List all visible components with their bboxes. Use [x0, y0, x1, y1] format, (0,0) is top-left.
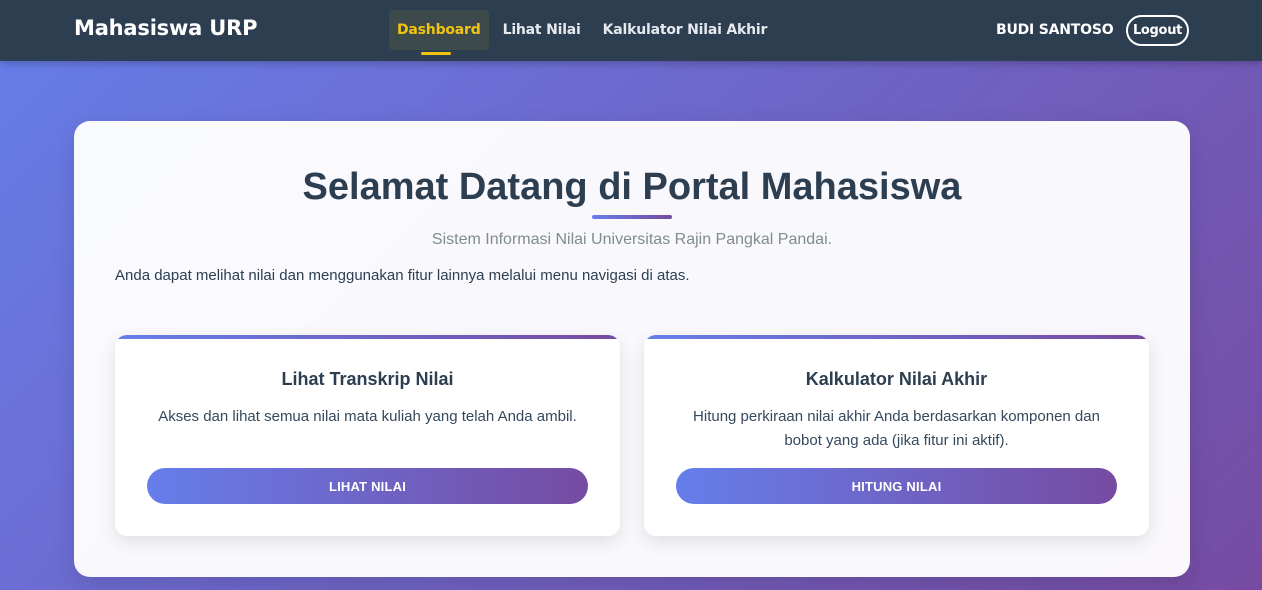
feature-description: Akses dan lihat semua nilai mata kuliah … [158, 408, 577, 425]
page-subtitle: Sistem Informasi Nilai Universitas Rajin… [431, 231, 833, 248]
nav-link-dashboard[interactable]: Dashboard [389, 10, 489, 55]
feature-title: Kalkulator Nilai Akhir [805, 369, 988, 389]
title-underline [592, 215, 672, 219]
feature-title: Lihat Transkrip Nilai [281, 369, 454, 389]
intro-text: Anda dapat melihat nilai dan menggunakan… [115, 267, 690, 284]
logout-button[interactable]: Logout [1126, 15, 1189, 46]
user-name: BUDI SANTOSO [996, 22, 1114, 38]
feature-description: Hitung perkiraan nilai akhir Anda berdas… [693, 408, 1100, 449]
top-navbar: Mahasiswa URP Dashboard Lihat Nilai Kalk… [0, 0, 1262, 61]
hitung-nilai-button[interactable]: HITUNG NILAI [676, 468, 1117, 504]
nav-link-lihat-nilai[interactable]: Lihat Nilai [495, 10, 589, 50]
nav-link-kalkulator[interactable]: Kalkulator Nilai Akhir [595, 10, 776, 50]
welcome-card: Selamat Datang di Portal Mahasiswa Siste… [74, 121, 1190, 577]
feature-card-transkrip: Lihat Transkrip Nilai Akses dan lihat se… [115, 335, 620, 536]
page-title: Selamat Datang di Portal Mahasiswa [302, 166, 962, 208]
lihat-nilai-button[interactable]: LIHAT NILAI [147, 468, 588, 504]
brand-logo[interactable]: Mahasiswa URP [74, 16, 257, 40]
nav-menu: Dashboard Lihat Nilai Kalkulator Nilai A… [389, 10, 776, 55]
feature-card-kalkulator: Kalkulator Nilai Akhir Hitung perkiraan … [644, 335, 1149, 536]
